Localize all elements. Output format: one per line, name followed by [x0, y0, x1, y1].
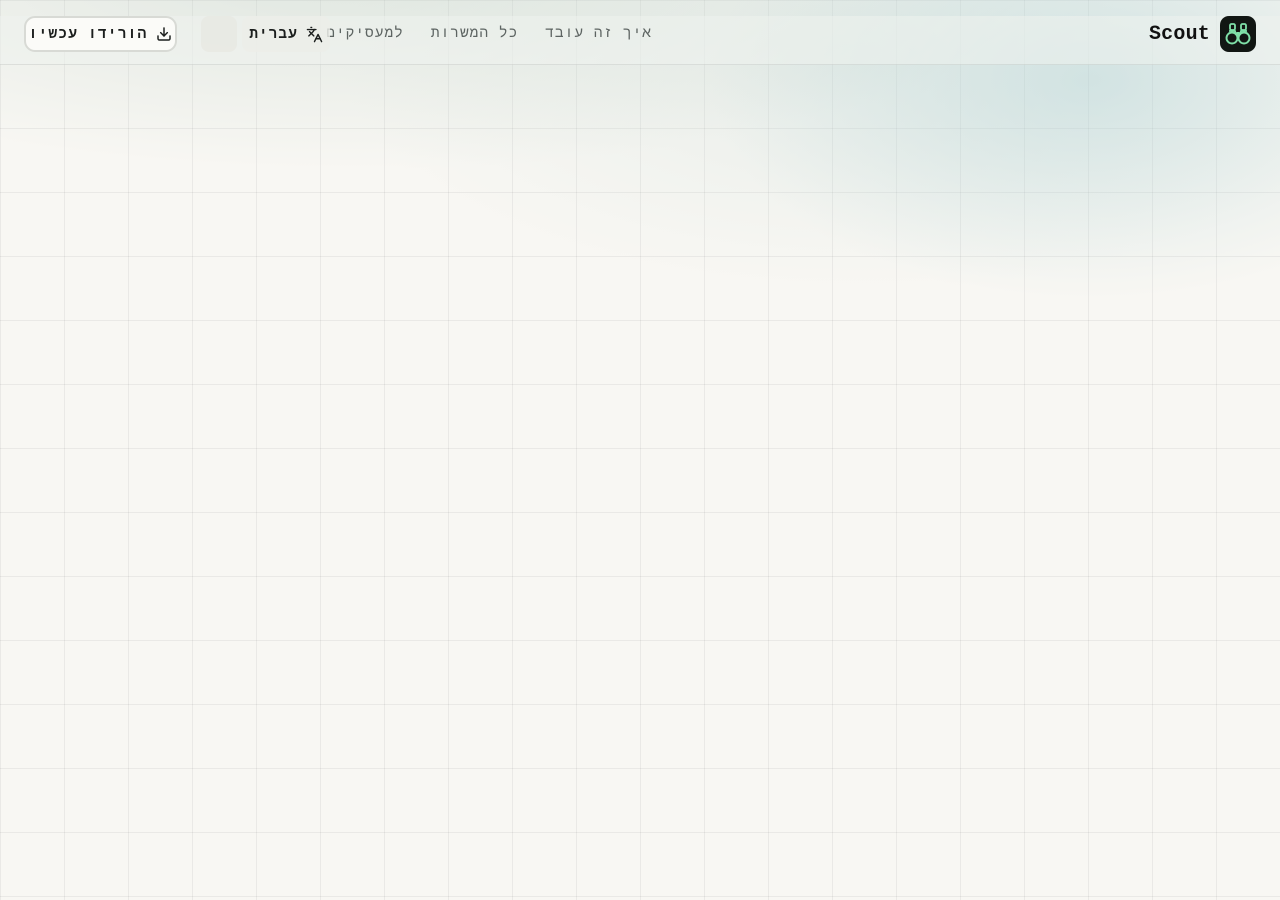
brand-name: Scout	[1148, 22, 1210, 46]
language-label: עברית	[249, 25, 298, 42]
theme-toggle-button[interactable]	[201, 16, 237, 52]
nav-link-all-jobs[interactable]: כל המשרות	[431, 25, 518, 42]
nav-link-employers[interactable]: למעסיקים	[326, 25, 404, 42]
translate-icon	[306, 26, 323, 43]
download-label: הורידו עכשיו	[28, 25, 148, 42]
top-navbar: Scout איך זה עובד כל המשרות למעסיקים עבר…	[0, 16, 1280, 65]
landing-page: Scout איך זה עובד כל המשרות למעסיקים עבר…	[0, 0, 1280, 900]
brand-home-link[interactable]: Scout	[1149, 16, 1256, 52]
binoculars-icon	[1220, 16, 1256, 52]
download-now-button[interactable]: הורידו עכשיו	[24, 16, 177, 52]
hero-gradient-glow	[0, 0, 1280, 900]
main-nav: איך זה עובד כל המשרות למעסיקים	[326, 16, 652, 50]
nav-link-how-it-works[interactable]: איך זה עובד	[545, 25, 652, 42]
language-switcher-button[interactable]: עברית	[242, 16, 330, 52]
download-icon	[156, 26, 172, 42]
